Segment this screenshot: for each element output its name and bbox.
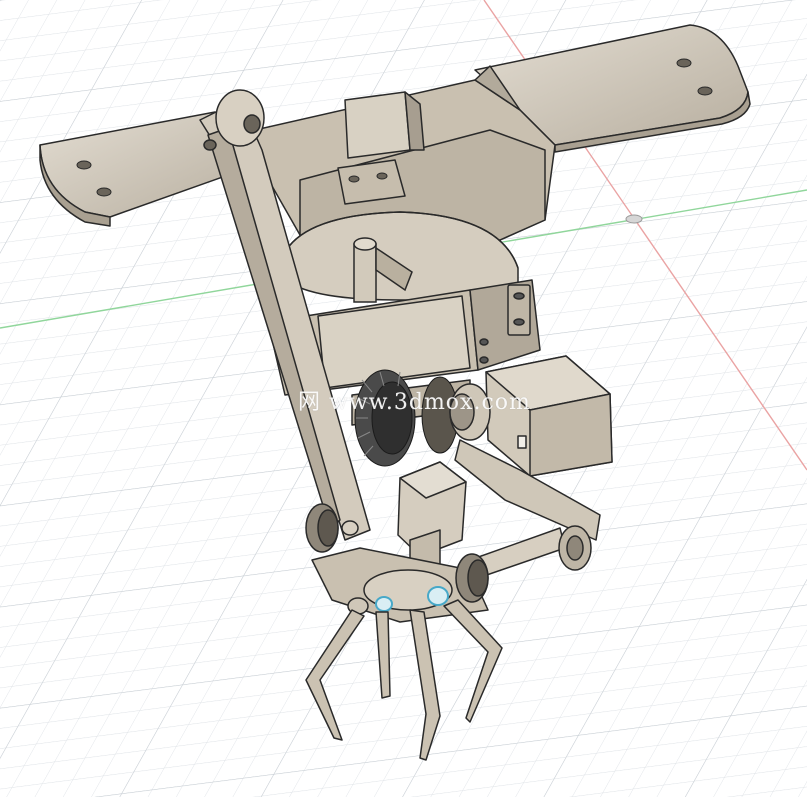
origin-marker	[625, 214, 643, 224]
screw-hole	[513, 318, 525, 326]
highlighted-pivot[interactable]	[427, 586, 449, 606]
screw-hole	[479, 356, 489, 364]
screw-hole	[697, 86, 713, 96]
screw-hole	[96, 187, 112, 197]
knurled-knob-right[interactable]	[455, 553, 489, 603]
model-canvas[interactable]	[0, 0, 807, 797]
screw-hole	[76, 160, 92, 170]
screw-hole	[348, 175, 360, 183]
highlighted-pivot[interactable]	[375, 596, 393, 612]
turntable-post	[353, 243, 377, 303]
servo-label-slot	[517, 435, 527, 449]
screw-hole	[376, 172, 388, 180]
bevel-gear[interactable]	[354, 369, 459, 467]
knurled-knob-left[interactable]	[305, 503, 339, 553]
cad-viewport[interactable]: 网 www.3dmox.com	[0, 0, 807, 797]
screw-hole	[513, 292, 525, 300]
screw-hole	[676, 58, 692, 68]
screw-hole	[479, 338, 489, 346]
